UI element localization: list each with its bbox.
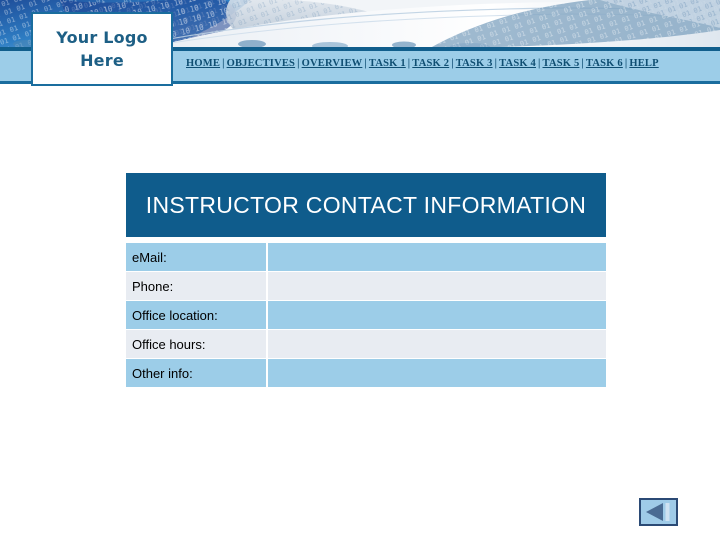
contact-field-label: eMail:: [126, 243, 268, 272]
contact-field-value[interactable]: [268, 359, 606, 388]
table-row: Other info:: [126, 359, 606, 388]
logo-line-1: Your Logo: [56, 28, 148, 47]
nav-link-task-4[interactable]: TASK 4: [499, 58, 536, 69]
nav-link-home[interactable]: HOME: [186, 58, 220, 69]
contact-field-value[interactable]: [268, 272, 606, 301]
nav-link-objectives[interactable]: OBJECTIVES: [227, 58, 296, 69]
nav-link-task-6[interactable]: TASK 6: [586, 58, 623, 69]
nav-link-overview[interactable]: OVERVIEW: [302, 58, 363, 69]
instructor-contact-table: eMail: Phone: Office location: Office hours…: [126, 243, 606, 388]
nav-link-task-3[interactable]: TASK 3: [456, 58, 493, 69]
contact-field-value[interactable]: [268, 243, 606, 272]
previous-slide-button[interactable]: [639, 498, 678, 526]
main-navigation: HOME | OBJECTIVES | OVERVIEW | TASK 1 | TASK 2 | T…: [186, 57, 706, 73]
nav-link-task-2[interactable]: TASK 2: [412, 58, 449, 69]
previous-arrow-icon: [646, 503, 670, 521]
table-row: eMail:: [126, 243, 606, 272]
contact-field-label: Other info:: [126, 359, 268, 388]
contact-field-label: Office hours:: [126, 330, 268, 359]
nav-link-task-5[interactable]: TASK 5: [543, 58, 580, 69]
table-row: Phone:: [126, 272, 606, 301]
logo-line-2: Here: [80, 51, 124, 70]
page-title: INSTRUCTOR CONTACT INFORMATION: [126, 173, 606, 237]
contact-field-label: Office location:: [126, 301, 268, 330]
nav-link-task-1[interactable]: TASK 1: [369, 58, 406, 69]
contact-field-value[interactable]: [268, 301, 606, 330]
logo-placeholder-box: Your Logo Here: [31, 12, 173, 86]
nav-link-help[interactable]: HELP: [629, 58, 658, 69]
contact-field-value[interactable]: [268, 330, 606, 359]
table-row: Office location:: [126, 301, 606, 330]
contact-field-label: Phone:: [126, 272, 268, 301]
table-row: Office hours:: [126, 330, 606, 359]
